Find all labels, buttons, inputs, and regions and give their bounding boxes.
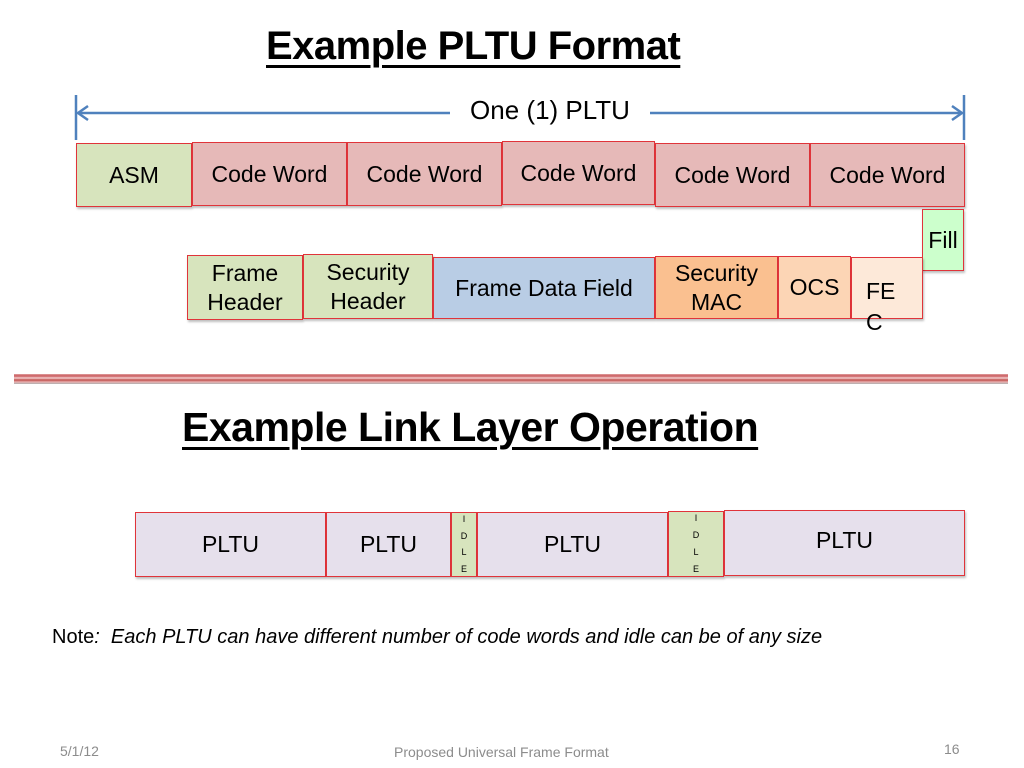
security-header-block: Security Header — [303, 254, 433, 319]
asm-block: ASM — [76, 143, 192, 207]
footer-page-number: 16 — [944, 741, 960, 757]
frame-header-line2: Header — [207, 288, 283, 315]
frame-data-field-block: Frame Data Field — [433, 257, 655, 319]
security-mac-block: Security MAC — [655, 256, 778, 319]
pltu-format-title: Example PLTU Format — [266, 24, 681, 68]
section-divider — [14, 374, 1008, 384]
idle-block: I D L E — [668, 511, 724, 577]
frame-header-line1: Frame — [211, 259, 279, 286]
pltu-span-label: One (1) PLTU — [450, 95, 650, 126]
security-mac-line1: Security — [674, 259, 759, 286]
note-prefix: Note — [52, 626, 95, 648]
idle-block: I D L E — [451, 512, 477, 577]
code-word-block: Code Word — [502, 141, 655, 205]
idle-letter: I — [694, 513, 698, 523]
idle-letter: D — [460, 530, 468, 541]
security-header-line1: Security — [326, 258, 410, 285]
note-body: Each PLTU can have different number of c… — [99, 626, 823, 648]
pltu-block: PLTU — [477, 512, 668, 577]
idle-letter: I — [462, 514, 466, 524]
idle-letter: E — [692, 564, 699, 574]
code-word-block: Code Word — [192, 142, 347, 206]
pltu-block: PLTU — [135, 512, 326, 577]
fec-label: FE C — [866, 276, 895, 338]
idle-letter: E — [460, 563, 467, 574]
footer-date: 5/1/12 — [60, 743, 99, 759]
code-word-block: Code Word — [810, 143, 965, 207]
note-text: Note: Each PLTU can have different numbe… — [52, 626, 822, 649]
fec-label-line2: C — [866, 309, 883, 336]
security-header-line2: Header — [330, 287, 406, 314]
ocs-block: OCS — [778, 256, 851, 319]
frame-header-block: Frame Header — [187, 255, 303, 320]
fec-label-line1: FE — [866, 278, 896, 304]
footer-title: Proposed Universal Frame Format — [394, 744, 609, 760]
security-mac-line2: MAC — [690, 288, 743, 315]
link-layer-title: Example Link Layer Operation — [182, 404, 759, 450]
pltu-block: PLTU — [724, 510, 965, 576]
idle-letter: D — [692, 530, 700, 540]
idle-letter: L — [461, 547, 467, 558]
code-word-block: Code Word — [347, 142, 502, 206]
pltu-block: PLTU — [326, 512, 451, 577]
code-word-block: Code Word — [655, 143, 810, 207]
idle-letter: L — [693, 547, 699, 557]
fill-block: Fill — [922, 209, 964, 271]
